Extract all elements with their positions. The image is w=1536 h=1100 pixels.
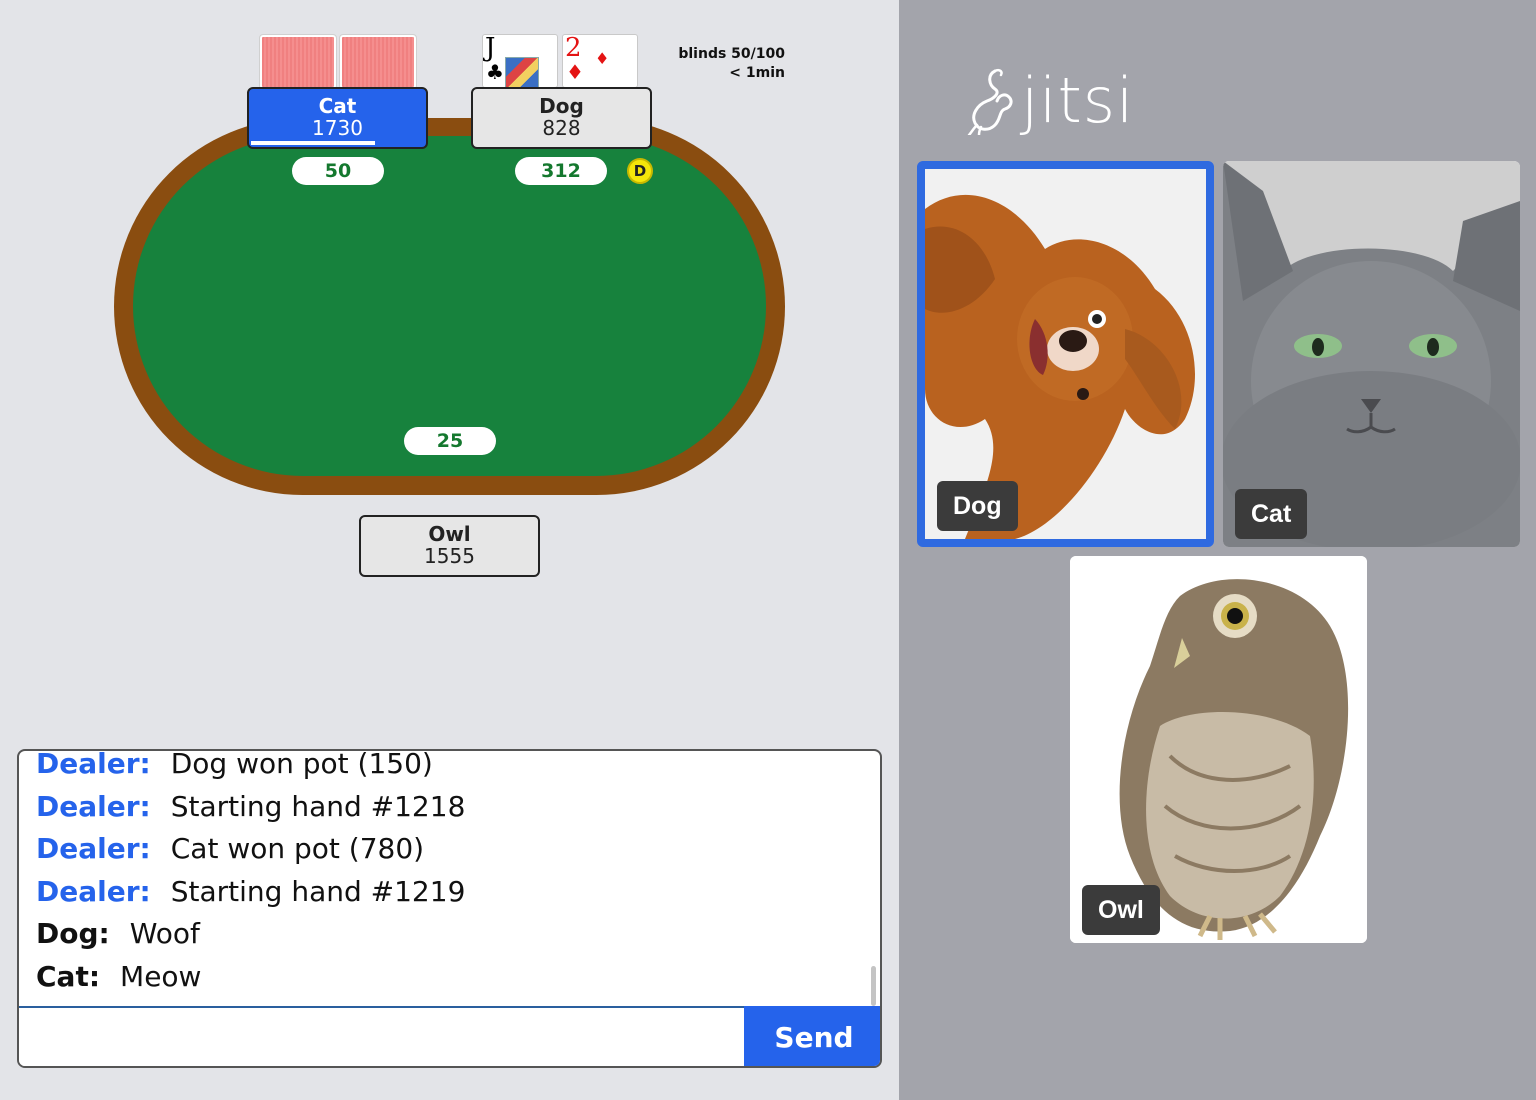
diamond-suit-icon: ♦ xyxy=(566,60,584,84)
dog-card-1: J ♣ xyxy=(482,34,558,88)
turn-timer-bar xyxy=(251,141,375,145)
seat-cat: Cat 1730 xyxy=(247,87,428,149)
chat-sender: Dealer: xyxy=(36,789,151,823)
chat-message: Dealer: Dog won pot (150) xyxy=(36,751,880,791)
chat-sender: Dealer: xyxy=(36,874,151,908)
chat-text: Starting hand #1219 xyxy=(170,874,466,908)
chat-message: Cat: Meow xyxy=(36,959,880,1004)
card-rank: 2 xyxy=(565,34,582,63)
chat-sender: Cat: xyxy=(36,959,101,993)
chat-panel: Dealer: Dog won pot (150) Dealer: Starting… xyxy=(17,749,882,1068)
dog-card-2: 2 ♦ ♦ xyxy=(562,34,638,88)
blinds-label: blinds 50/100 xyxy=(678,46,785,62)
player-stack: 828 xyxy=(542,116,581,140)
diamond-pip-icon: ♦ xyxy=(595,49,610,68)
club-suit-icon: ♣ xyxy=(486,60,504,84)
chat-text: Meow xyxy=(120,959,202,993)
table-felt xyxy=(133,136,766,476)
chat-text: Woof xyxy=(129,917,200,951)
dealer-button: D xyxy=(627,158,653,184)
level-timer: < 1min xyxy=(729,65,785,81)
video-tile-dog[interactable]: Dog xyxy=(917,161,1214,547)
chat-sender: Dealer: xyxy=(36,751,151,780)
chat-text: Starting hand #1218 xyxy=(170,789,466,823)
chat-message: Dealer: Starting hand #1219 xyxy=(36,874,880,919)
chat-message: Dealer: Cat won pot (780) xyxy=(36,833,880,876)
player-stack: 1555 xyxy=(424,544,475,568)
jitsi-bird-icon xyxy=(967,68,1013,135)
jitsi-panel: jitsi Dog Cat Owl xyxy=(899,0,1536,1100)
chat-message: Dealer: Starting hand #1218 xyxy=(36,789,880,834)
player-name: Cat xyxy=(318,94,357,118)
chat-sender: Dog: xyxy=(36,917,110,951)
video-tile-cat[interactable]: Cat xyxy=(1223,161,1520,547)
chat-text: Dog won pot (150) xyxy=(170,751,433,780)
video-tile-owl[interactable]: Owl xyxy=(1070,556,1367,943)
jack-face-icon xyxy=(505,57,539,87)
cat-bet: 50 xyxy=(292,157,384,185)
chat-text: Cat won pot (780) xyxy=(170,832,425,866)
dog-bet: 312 xyxy=(515,157,607,185)
cat-card-1-back xyxy=(259,34,337,90)
card-rank: J xyxy=(485,34,496,63)
chat-message: Dog: Woof xyxy=(36,918,880,961)
cat-card-2-back xyxy=(339,34,417,90)
player-name: Owl xyxy=(428,522,471,546)
pot-amount: 25 xyxy=(404,427,496,455)
participant-name: Cat xyxy=(1235,489,1308,539)
chat-log[interactable]: Dealer: Dog won pot (150) Dealer: Starting… xyxy=(19,751,880,1007)
send-button[interactable]: Send xyxy=(744,1006,880,1066)
seat-dog: Dog 828 xyxy=(471,87,652,149)
jitsi-logo: jitsi xyxy=(965,62,1134,138)
player-name: Dog xyxy=(539,94,584,118)
chat-input[interactable] xyxy=(19,1006,745,1066)
jitsi-wordmark: jitsi xyxy=(1021,63,1135,137)
participant-name: Owl xyxy=(1082,885,1160,935)
blinds-info: blinds 50/100 < 1min xyxy=(678,45,785,83)
chat-scrollbar[interactable] xyxy=(871,966,876,1006)
chat-sender: Dealer: xyxy=(36,832,151,866)
participant-name: Dog xyxy=(937,481,1018,531)
poker-table-area: blinds 50/100 < 1min J ♣ 2 ♦ ♦ Cat 1730 … xyxy=(0,0,899,1100)
seat-owl: Owl 1555 xyxy=(359,515,540,577)
player-stack: 1730 xyxy=(312,116,363,140)
